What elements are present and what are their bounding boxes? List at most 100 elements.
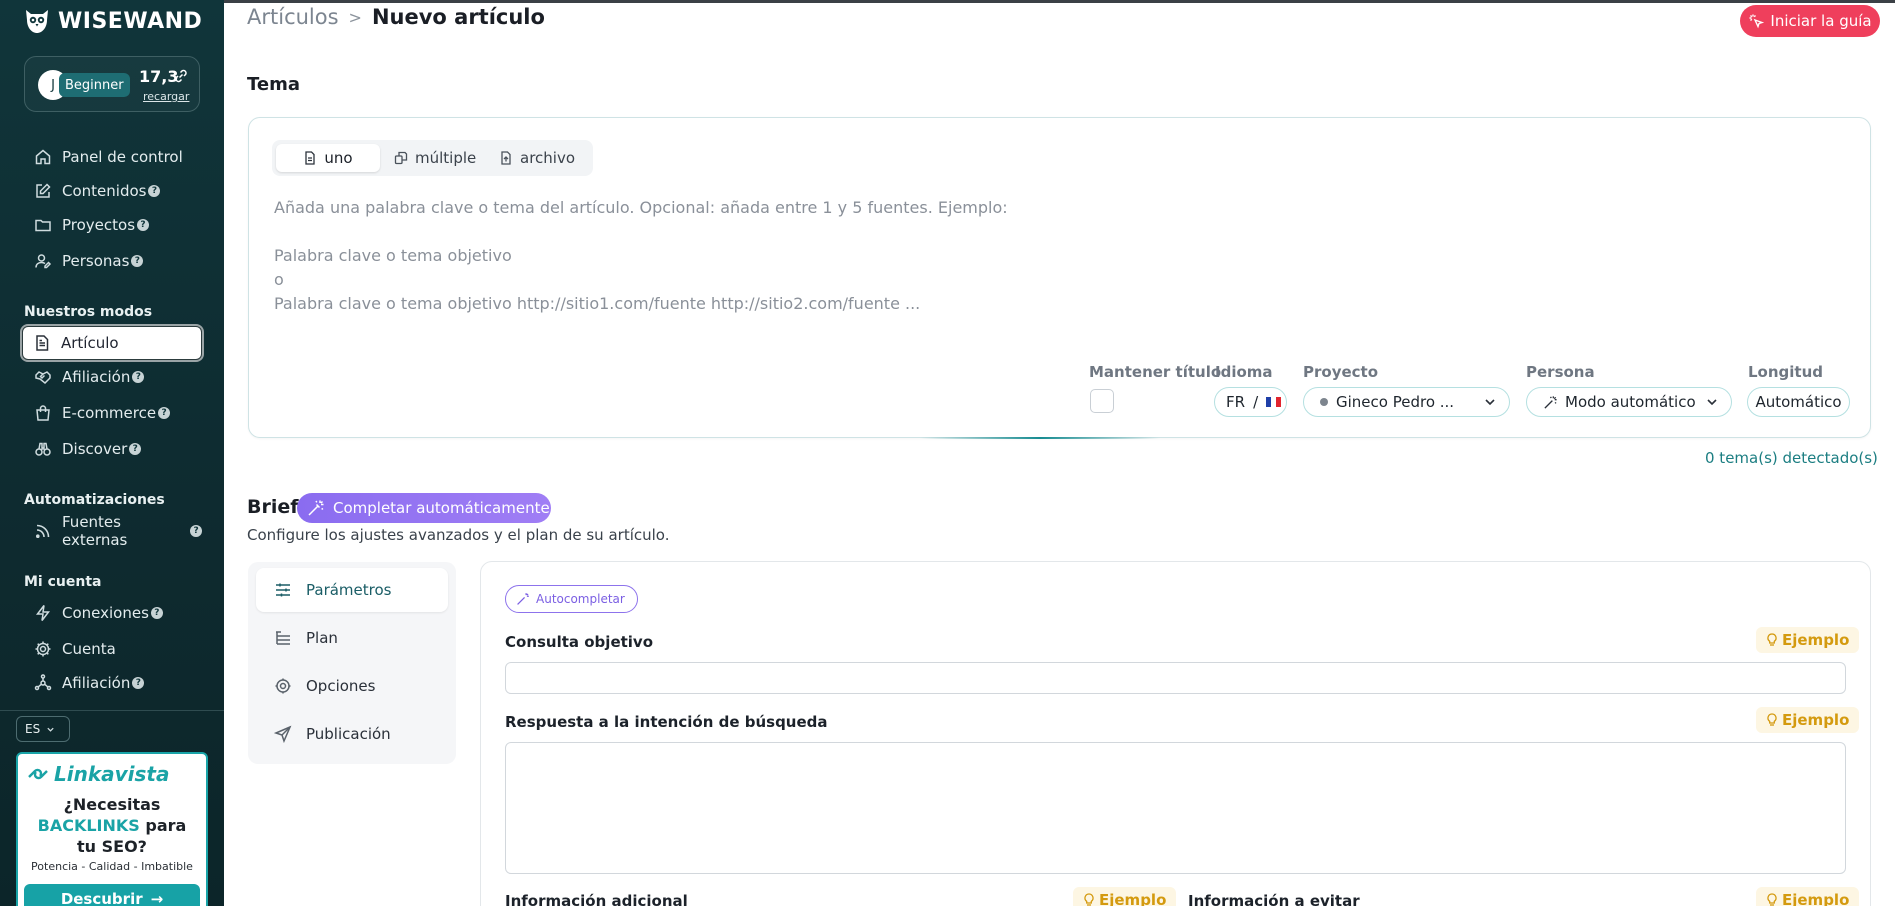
lightning-icon <box>35 605 51 621</box>
sidebar-item-dashboard[interactable]: Panel de control <box>24 143 202 171</box>
sidebar-item-label: Afiliación <box>62 368 131 386</box>
sidebar-item-label: Panel de control <box>62 148 183 166</box>
reload-credits-link[interactable]: recargar <box>143 90 189 103</box>
owl-logo-icon <box>26 10 48 33</box>
sidebar-item-ecommerce[interactable]: E-commerce ? <box>24 399 202 427</box>
sidebar-item-affiliation-mode[interactable]: Afiliación ? <box>24 363 202 391</box>
sparkle-pointer-icon <box>1749 14 1765 29</box>
topic-input[interactable]: Añada una palabra clave o tema del artíc… <box>274 196 1008 316</box>
ad-brand: Linkavista <box>26 762 170 786</box>
linkavista-ad[interactable]: Linkavista ¿Necesitas BACKLINKS para tu … <box>16 752 208 906</box>
ad-headline-line2: BACKLINKS para <box>18 815 206 836</box>
target-query-input[interactable] <box>505 662 1846 694</box>
tab-label: archivo <box>520 149 576 167</box>
sidebar-item-contents[interactable]: Contenidos ? <box>24 177 202 205</box>
tab-single[interactable]: uno <box>276 144 380 172</box>
brand-logo[interactable]: WISEWAND <box>22 6 202 36</box>
keep-title-checkbox[interactable] <box>1090 389 1114 413</box>
outline-list-icon <box>276 631 290 645</box>
chain-link-icon <box>28 768 48 780</box>
project-color-dot <box>1320 398 1328 406</box>
persona-dropdown[interactable]: Modo automático <box>1526 387 1732 417</box>
magic-wand-icon <box>308 500 324 516</box>
example-label: Ejemplo <box>1782 891 1850 906</box>
sidebar-item-projects[interactable]: Proyectos ? <box>24 211 202 239</box>
binoculars-icon <box>35 442 51 456</box>
language-dropdown[interactable]: FR / <box>1214 387 1287 417</box>
sidebar-item-affiliation-account[interactable]: Afiliación ? <box>24 669 202 697</box>
help-icon[interactable]: ? <box>129 443 142 455</box>
breadcrumb-articles-link[interactable]: Artículos <box>247 5 339 29</box>
home-icon <box>35 149 51 165</box>
account-credits-card[interactable]: J Beginner 17,3 recargar <box>24 56 200 112</box>
tab-file[interactable]: archivo <box>489 144 585 172</box>
sidebar-item-personas[interactable]: Personas ? <box>24 247 202 275</box>
tab-multiple[interactable]: múltiple <box>384 144 486 172</box>
project-dropdown[interactable]: Gineco Pedro ... <box>1303 387 1510 417</box>
top-border <box>224 0 1895 3</box>
chevron-down-icon <box>47 727 54 732</box>
breadcrumb-separator-icon: > <box>348 7 362 27</box>
ad-discover-button[interactable]: Descubrir → <box>24 884 200 906</box>
help-icon[interactable]: ? <box>158 407 171 419</box>
sidebar-item-label: Contenidos <box>62 182 147 200</box>
help-icon[interactable]: ? <box>137 219 150 231</box>
autocomplete-button[interactable]: Autocompletar <box>505 585 638 613</box>
auto-complete-button[interactable]: Completar automáticamente <box>297 493 551 523</box>
sidebar-item-label: Fuentes externas <box>62 513 128 549</box>
help-icon[interactable]: ? <box>132 677 145 689</box>
file-upload-icon <box>501 151 511 165</box>
sidebar-item-discover[interactable]: Discover ? <box>24 435 202 463</box>
breadcrumb: Artículos > Nuevo artículo <box>247 5 545 29</box>
help-icon[interactable]: ? <box>131 255 144 267</box>
gear-icon <box>35 641 51 657</box>
search-intent-example-button[interactable]: Ejemplo <box>1756 707 1860 733</box>
section-title-topic: Tema <box>247 74 300 95</box>
document-icon <box>36 335 49 351</box>
autocomplete-label: Autocompletar <box>536 592 625 606</box>
tab-label: múltiple <box>415 149 477 167</box>
lightbulb-icon <box>1767 893 1777 906</box>
handshake-icon <box>35 371 51 385</box>
target-query-example-button[interactable]: Ejemplo <box>1756 627 1860 653</box>
search-intent-textarea[interactable] <box>505 742 1846 874</box>
language-select[interactable]: ES <box>16 716 70 742</box>
start-guide-button[interactable]: Iniciar la guía <box>1740 5 1880 37</box>
avoid-info-label: Información a evitar <box>1188 892 1360 906</box>
brief-tab-label: Plan <box>306 629 338 647</box>
topic-card-progress <box>920 437 1160 439</box>
section-label-account: Mi cuenta <box>24 574 102 590</box>
sidebar-item-external-sources[interactable]: Fuentes externas ? <box>24 513 202 549</box>
help-icon[interactable]: ? <box>148 185 161 197</box>
help-icon[interactable]: ? <box>150 607 163 619</box>
ad-headline-line2-rest: para <box>139 816 187 835</box>
sidebar-item-account[interactable]: Cuenta <box>24 635 202 663</box>
help-icon[interactable]: ? <box>132 371 145 383</box>
brief-tab-parameters[interactable]: Parámetros <box>256 568 448 612</box>
additional-info-example-button[interactable]: Ejemplo <box>1073 887 1177 906</box>
ad-cta-label: Descubrir <box>60 890 143 906</box>
sidebar-item-article[interactable]: Artículo <box>22 326 202 360</box>
language-code: FR <box>1226 393 1246 411</box>
section-label-automations: Automatizaciones <box>24 492 165 508</box>
sidebar-divider <box>0 710 224 711</box>
ad-headline-line1: ¿Necesitas <box>63 795 161 814</box>
brief-tab-label: Parámetros <box>306 581 392 599</box>
chevron-down-icon <box>1707 399 1717 406</box>
avoid-info-example-button[interactable]: Ejemplo <box>1756 887 1860 906</box>
length-dropdown[interactable]: Automático <box>1747 387 1850 417</box>
level-badge: Beginner <box>59 73 130 97</box>
ad-headline-highlight: BACKLINKS <box>37 816 140 835</box>
user-edit-icon <box>35 254 52 269</box>
auto-complete-label: Completar automáticamente <box>333 499 550 517</box>
brief-tab-publication[interactable]: Publicación <box>256 712 448 756</box>
brief-tab-options[interactable]: Opciones <box>256 664 448 708</box>
brief-tab-plan[interactable]: Plan <box>256 616 448 660</box>
sidebar-item-connections[interactable]: Conexiones ? <box>24 599 202 627</box>
additional-info-label: Información adicional <box>505 892 688 906</box>
length-value: Automático <box>1755 393 1842 411</box>
help-icon[interactable]: ? <box>190 525 202 537</box>
magic-wand-icon <box>517 593 529 605</box>
persona-label: Persona <box>1526 363 1595 381</box>
documents-stack-icon <box>394 151 408 165</box>
